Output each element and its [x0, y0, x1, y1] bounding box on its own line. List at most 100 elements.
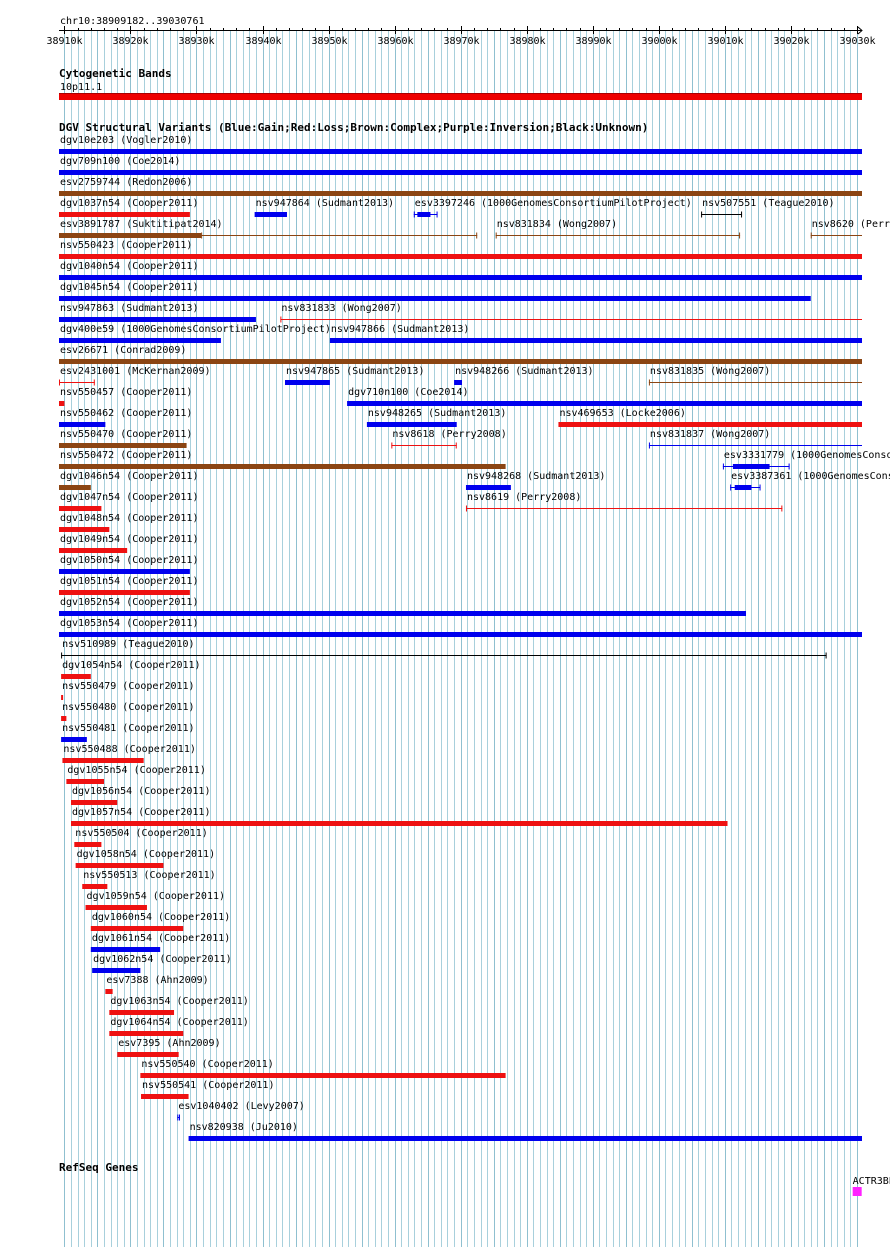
variant-label: esv26671 (Conrad2009) [60, 345, 186, 356]
variant-label: nsv948265 (Sudmant2013) [368, 408, 506, 419]
variant-label: dgv1056n54 (Cooper2011) [72, 786, 210, 797]
variant-bar-loss [558, 422, 862, 427]
variant-bar-gain [59, 275, 862, 280]
variant-label: dgv1047n54 (Cooper2011) [60, 492, 198, 503]
variant-label: nsv8619 (Perry2008) [467, 492, 581, 503]
variant-label: nsv550513 (Cooper2011) [83, 870, 215, 881]
variant-label: dgv1064n54 (Cooper2011) [110, 1017, 248, 1028]
genome-browser-canvas: chr10:38909182..39030761 38910k 38920k 389… [46, 16, 890, 1247]
variant-label: esv3331779 (1000GenomesConsortiumPilotPr… [724, 450, 890, 461]
variant-label: esv1040402 (Levy2007) [178, 1101, 304, 1112]
variant-label: nsv550481 (Cooper2011) [62, 723, 194, 734]
cytoband-track: Cytogenetic Bands 10p11.1 [59, 67, 862, 100]
variant-label: nsv831835 (Wong2007) [650, 366, 770, 377]
variant-label: dgv1062n54 (Cooper2011) [93, 954, 231, 965]
variant-label: dgv1046n54 (Cooper2011) [60, 471, 198, 482]
ruler-tick-label: 38930k [178, 36, 214, 47]
variant-bar-gain [59, 338, 221, 343]
variant-label: nsv550472 (Cooper2011) [60, 450, 192, 461]
variant-label: dgv1045n54 (Cooper2011) [60, 282, 198, 293]
variant-bar-loss [85, 905, 147, 910]
variant-label: nsv550457 (Cooper2011) [60, 387, 192, 398]
variant-label: dgv1060n54 (Cooper2011) [92, 912, 230, 923]
variant-label: dgv1058n54 (Cooper2011) [77, 849, 215, 860]
variant-bar-gain [285, 380, 330, 385]
variant-bar-gain [59, 422, 106, 427]
cytoband-track-title: Cytogenetic Bands [59, 67, 172, 80]
ruler-tick-label: 38980k [509, 36, 545, 47]
variant-bar-gain [61, 737, 87, 742]
variant-bar-gain [329, 338, 862, 343]
variant-bar-loss [61, 716, 67, 721]
variant-label: nsv550470 (Cooper2011) [60, 429, 192, 440]
variant-label: nsv831833 (Wong2007) [281, 303, 401, 314]
variant-label: esv3891787 (Suktitipat2014) [60, 219, 223, 230]
variant-label: dgv1063n54 (Cooper2011) [110, 996, 248, 1007]
gene-label: ACTR3BP5 [853, 1176, 890, 1187]
variant-pair-block-gain [417, 212, 431, 217]
variant-label: dgv1037n54 (Cooper2011) [60, 198, 198, 209]
variant-label: nsv831834 (Wong2007) [497, 219, 617, 230]
variant-label: dgv1048n54 (Cooper2011) [60, 513, 198, 524]
variant-bar-loss [59, 590, 190, 595]
cytoband-label: 10p11.1 [60, 82, 102, 93]
variant-label: dgv1052n54 (Cooper2011) [60, 597, 198, 608]
variant-bar-loss [71, 821, 728, 826]
variant-label: nsv510989 (Teague2010) [62, 639, 194, 650]
variant-bar-loss [109, 1031, 184, 1036]
dgv-track-title: DGV Structural Variants (Blue:Gain;Red:L… [59, 121, 648, 134]
refseq-track-title: RefSeq Genes [59, 1161, 138, 1174]
variant-bar-loss [82, 884, 108, 889]
variant-pair-block-gain [734, 485, 752, 490]
variant-label: dgv1054n54 (Cooper2011) [62, 660, 200, 671]
variant-bar-complex [59, 464, 506, 469]
variant-bar-loss [61, 674, 91, 679]
ruler-tick-label: 38970k [443, 36, 479, 47]
variant-bar-loss [105, 989, 113, 994]
variant-label: nsv948268 (Sudmant2013) [467, 471, 605, 482]
variant-label: dgv1051n54 (Cooper2011) [60, 576, 198, 587]
variant-label: nsv947865 (Sudmant2013) [286, 366, 424, 377]
variant-label: nsv550480 (Cooper2011) [62, 702, 194, 713]
variant-label: esv3397246 (1000GenomesConsortiumPilotPr… [415, 198, 692, 209]
genome-browser-view: chr10:38909182..39030761 38910k 38920k 389… [0, 0, 890, 1247]
variant-bar-loss [71, 800, 118, 805]
variant-label: nsv831837 (Wong2007) [650, 429, 770, 440]
variant-bar-gain [465, 485, 511, 490]
variant-bar-complex [59, 485, 91, 490]
variant-bar-loss [59, 548, 128, 553]
variant-label: nsv550488 (Cooper2011) [63, 744, 195, 755]
variant-label: nsv550541 (Cooper2011) [142, 1080, 274, 1091]
variant-bar-loss [90, 926, 184, 931]
variant-label: nsv948266 (Sudmant2013) [455, 366, 593, 377]
ruler-tick-label: 38990k [575, 36, 611, 47]
variant-bar-complex [59, 443, 187, 448]
variant-bar-loss [66, 779, 105, 784]
variant-label: esv2431001 (McKernan2009) [60, 366, 211, 377]
variant-bar-complex [59, 233, 202, 238]
variant-label: nsv8618 (Perry2008) [392, 429, 506, 440]
variant-bar-gain [347, 401, 862, 406]
cytoband-bar [59, 93, 862, 100]
variant-label: esv7388 (Ahn2009) [106, 975, 208, 986]
ruler-tick-label: 38910k [46, 36, 82, 47]
variant-bar-loss [109, 1010, 175, 1015]
variant-label: nsv8620 (Perry2008) [812, 219, 890, 230]
variant-bar-loss [59, 401, 65, 406]
variant-bar-gain [59, 170, 862, 175]
variant-label: dgv10e203 (Vogler2010) [60, 135, 192, 146]
variant-bar-gain [59, 611, 747, 616]
variant-bar-loss [74, 842, 102, 847]
variant-bar-loss [59, 527, 110, 532]
variant-label: dgv709n100 (Coe2014) [60, 156, 180, 167]
variant-label: nsv947863 (Sudmant2013) [60, 303, 198, 314]
variant-label: nsv550423 (Cooper2011) [60, 240, 192, 251]
variant-bar-gain [59, 296, 811, 301]
variant-bar-loss [62, 758, 144, 763]
ruler-tick-label: 38960k [377, 36, 413, 47]
variant-bar-gain [59, 569, 190, 574]
variant-bar-gain [188, 1136, 863, 1141]
variant-label: nsv550479 (Cooper2011) [62, 681, 194, 692]
variant-bar-gain [92, 968, 141, 973]
variant-bar-gain [366, 422, 457, 427]
